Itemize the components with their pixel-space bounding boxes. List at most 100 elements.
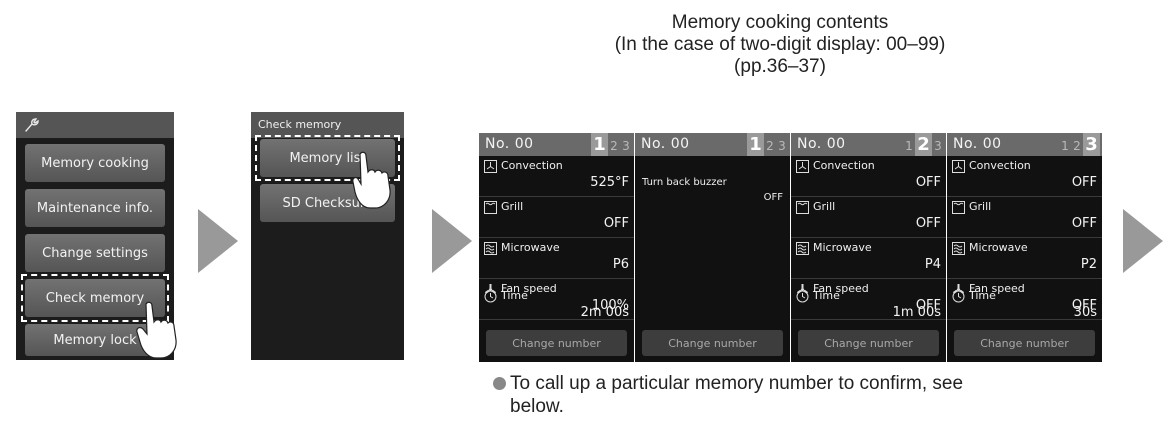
memory-panel-stage-1: No. 00 1 2 3 Convection 525°F Grill OFF … xyxy=(479,133,634,362)
maintenance-info-button[interactable]: Maintenance info. xyxy=(25,189,165,227)
memory-panel-stage-3: No. 00 1 2 3 Convection OFF Grill OFF Mi… xyxy=(947,133,1102,362)
caption-line-3: (pp.36–37) xyxy=(734,56,826,77)
memory-number: No. 00 xyxy=(797,136,846,152)
note-line-2: below. xyxy=(510,396,564,417)
convection-value: 525°F xyxy=(590,175,629,190)
pointing-hand-icon xyxy=(136,301,177,359)
panel-header: No. 00 1 2 3 xyxy=(791,133,946,156)
time-row: Time 2m 00s xyxy=(479,286,634,326)
grill-icon xyxy=(796,201,809,214)
convection-label: Convection xyxy=(969,159,1031,172)
panel-header: No. 00 1 2 3 xyxy=(635,133,790,156)
memory-number: No. 00 xyxy=(485,136,534,152)
time-label: Time xyxy=(969,289,996,302)
change-number-button[interactable]: Change number xyxy=(798,330,939,356)
grill-row: Grill OFF xyxy=(947,197,1102,237)
microwave-value: P4 xyxy=(924,257,941,272)
grill-label: Grill xyxy=(969,200,992,213)
memory-panel-stage-1-buzzer: No. 00 1 2 3 Turn back buzzer OFF Change… xyxy=(635,133,790,362)
memory-cooking-button[interactable]: Memory cooking xyxy=(25,144,165,182)
change-number-button[interactable]: Change number xyxy=(486,330,627,356)
time-value: 1m 00s xyxy=(892,305,941,320)
microwave-value: P2 xyxy=(1080,257,1097,272)
grill-label: Grill xyxy=(813,200,836,213)
grill-icon xyxy=(952,201,965,214)
microwave-row: Microwave P4 xyxy=(791,238,946,278)
time-label: Time xyxy=(813,289,840,302)
clock-icon xyxy=(484,290,497,303)
panel-header: No. 00 1 2 3 xyxy=(479,133,634,156)
stage-tabs: 1 2 3 xyxy=(1059,133,1100,156)
caption-line-1: Memory cooking contents xyxy=(671,12,889,33)
time-label: Time xyxy=(501,289,528,302)
clock-icon xyxy=(796,290,809,303)
bullet-icon xyxy=(493,377,506,390)
main-menu-titlebar xyxy=(16,112,174,138)
turn-back-buzzer-value: OFF xyxy=(763,192,783,203)
microwave-icon xyxy=(952,242,965,255)
stage-tab-3[interactable]: 3 xyxy=(932,136,944,156)
change-number-button[interactable]: Change number xyxy=(642,330,783,356)
memory-number: No. 00 xyxy=(953,136,1002,152)
change-settings-button[interactable]: Change settings xyxy=(25,234,165,272)
time-value: 2m 00s xyxy=(580,305,629,320)
stage-tab-2[interactable]: 2 xyxy=(1071,136,1083,156)
stage-tab-1[interactable]: 1 xyxy=(1059,136,1071,156)
convection-value: OFF xyxy=(915,175,941,190)
grill-value: OFF xyxy=(915,216,941,231)
microwave-row: Microwave P2 xyxy=(947,238,1102,278)
stage-tab-2[interactable]: 2 xyxy=(608,136,620,156)
memory-panel-stage-2: No. 00 1 2 3 Convection OFF Grill OFF Mi… xyxy=(791,133,946,362)
stage-tabs: 1 2 3 xyxy=(591,133,632,156)
convection-row: Convection OFF xyxy=(791,156,946,196)
panel-header: No. 00 1 2 3 xyxy=(947,133,1102,156)
caption-line-2: (In the case of two-digit display: 00–99… xyxy=(614,34,946,55)
microwave-label: Microwave xyxy=(813,241,872,254)
convection-row: Convection OFF xyxy=(947,156,1102,196)
stage-tabs: 1 2 3 xyxy=(747,133,788,156)
flow-arrow-2-icon xyxy=(432,209,472,273)
change-number-button[interactable]: Change number xyxy=(954,330,1095,356)
grill-row: Grill OFF xyxy=(479,197,634,237)
microwave-label: Microwave xyxy=(969,241,1028,254)
stage-tab-1[interactable]: 1 xyxy=(747,133,764,156)
grill-icon xyxy=(484,201,497,214)
microwave-icon xyxy=(796,242,809,255)
time-row: Time 1m 00s xyxy=(791,286,946,326)
convection-label: Convection xyxy=(813,159,875,172)
convection-row: Convection 525°F xyxy=(479,156,634,196)
stage-tab-1[interactable]: 1 xyxy=(903,136,915,156)
stage-tab-1[interactable]: 1 xyxy=(591,133,608,156)
grill-label: Grill xyxy=(501,200,524,213)
convection-label: Convection xyxy=(501,159,563,172)
grill-row: Grill OFF xyxy=(791,197,946,237)
flow-arrow-3-icon xyxy=(1123,209,1163,273)
stage-tab-3[interactable]: 3 xyxy=(776,136,788,156)
convection-icon xyxy=(952,160,965,173)
flow-arrow-1-icon xyxy=(198,209,238,273)
convection-icon xyxy=(484,160,497,173)
microwave-value: P6 xyxy=(612,257,629,272)
pointing-hand-icon xyxy=(352,151,391,209)
memory-number: No. 00 xyxy=(641,136,690,152)
time-row: Time 30s xyxy=(947,286,1102,326)
stage-tab-2[interactable]: 2 xyxy=(915,133,932,156)
note-line-1: To call up a particular memory number to… xyxy=(510,373,964,394)
stage-tab-2[interactable]: 2 xyxy=(764,136,776,156)
stage-tab-3[interactable]: 3 xyxy=(1083,133,1100,156)
memory-contents-caption: Memory cooking contents (In the case of … xyxy=(560,12,1000,78)
microwave-label: Microwave xyxy=(501,241,560,254)
convection-value: OFF xyxy=(1071,175,1097,190)
microwave-icon xyxy=(484,242,497,255)
instruction-note: To call up a particular memory number to… xyxy=(493,372,1093,418)
stage-tab-3[interactable]: 3 xyxy=(620,136,632,156)
wrench-icon[interactable] xyxy=(22,116,40,134)
convection-icon xyxy=(796,160,809,173)
clock-icon xyxy=(952,290,965,303)
time-value: 30s xyxy=(1073,305,1097,320)
stage-tabs: 1 2 3 xyxy=(903,133,944,156)
check-memory-title: Check memory xyxy=(258,118,342,131)
grill-value: OFF xyxy=(1071,216,1097,231)
microwave-row: Microwave P6 xyxy=(479,238,634,278)
grill-value: OFF xyxy=(603,216,629,231)
